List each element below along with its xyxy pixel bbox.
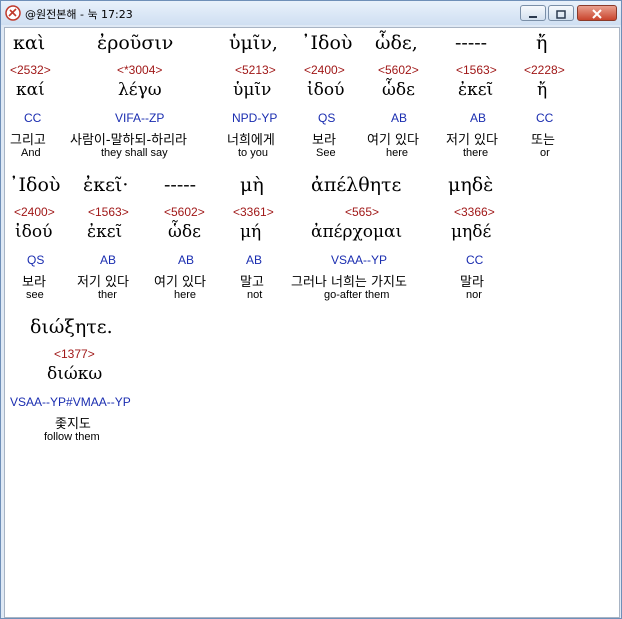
greek-word: ----- bbox=[164, 174, 197, 196]
minimize-button[interactable] bbox=[520, 5, 546, 21]
morphology-code[interactable]: CC bbox=[466, 253, 483, 267]
morphology-code[interactable]: AB bbox=[391, 111, 407, 125]
morphology-code[interactable]: VIFA--ZP bbox=[115, 111, 164, 125]
morphology-code[interactable]: AB bbox=[178, 253, 194, 267]
english-gloss: see bbox=[26, 289, 44, 301]
greek-word: μηδὲ bbox=[448, 174, 494, 196]
title-bar[interactable]: @원전본해 - 눅 17:23 bbox=[1, 1, 621, 25]
morphology-code[interactable]: AB bbox=[470, 111, 486, 125]
english-gloss: nor bbox=[466, 289, 482, 301]
lemma: ὑμῖν bbox=[233, 80, 272, 100]
strong-number[interactable]: <5602> bbox=[164, 205, 205, 219]
korean-gloss: 좇지도 bbox=[55, 417, 91, 432]
strong-number[interactable]: <565> bbox=[345, 205, 379, 219]
greek-word: μὴ bbox=[240, 174, 264, 196]
morphology-code[interactable]: QS bbox=[27, 253, 44, 267]
korean-gloss: 그리고 bbox=[10, 133, 46, 148]
window-title: @원전본해 - 눅 17:23 bbox=[25, 8, 133, 21]
greek-word: ὧδε, bbox=[375, 32, 418, 54]
english-gloss: See bbox=[316, 147, 336, 159]
greek-word: καὶ bbox=[13, 32, 46, 54]
lemma: ἰδού bbox=[307, 80, 345, 100]
morphology-code[interactable]: NPD-YP bbox=[232, 111, 277, 125]
greek-word: ἀπέλθητε bbox=[311, 174, 402, 196]
interlinear-view[interactable]: καὶ <2532> καί CC 그리고 And ἐροῦσιν <*3004… bbox=[4, 27, 620, 618]
lemma: ἤ bbox=[537, 80, 548, 100]
english-gloss: or bbox=[540, 147, 550, 159]
korean-gloss: 그러나 너희는 가지도 bbox=[291, 275, 407, 290]
korean-gloss: 사람이-말하되-하리라 bbox=[70, 133, 188, 148]
english-gloss: not bbox=[247, 289, 263, 301]
lemma: διώκω bbox=[47, 364, 103, 384]
lemma: ἰδού bbox=[15, 222, 53, 242]
minimize-icon bbox=[528, 4, 538, 23]
strong-number[interactable]: <2400> bbox=[304, 63, 345, 77]
strong-number[interactable]: <1563> bbox=[88, 205, 129, 219]
morphology-code[interactable]: AB bbox=[100, 253, 116, 267]
english-gloss: here bbox=[174, 289, 197, 301]
strong-number[interactable]: <1377> bbox=[54, 347, 95, 361]
korean-gloss: 너희에게 bbox=[227, 133, 275, 148]
korean-gloss: 보라 bbox=[22, 275, 46, 290]
lemma: μή bbox=[240, 222, 262, 242]
english-gloss: here bbox=[386, 147, 409, 159]
lemma: ἐκεῖ bbox=[458, 80, 494, 100]
korean-gloss: 저기 있다 bbox=[77, 275, 129, 290]
greek-word: ὑμῖν, bbox=[229, 32, 278, 54]
english-gloss: ther bbox=[98, 289, 117, 301]
lemma: μηδέ bbox=[451, 222, 492, 242]
lemma: ἐκεῖ bbox=[87, 222, 123, 242]
korean-gloss: 또는 bbox=[531, 133, 555, 148]
close-icon bbox=[591, 4, 603, 23]
strong-number[interactable]: <2228> bbox=[524, 63, 565, 77]
strong-number[interactable]: <2400> bbox=[14, 205, 55, 219]
strong-number[interactable]: <3361> bbox=[233, 205, 274, 219]
strong-number[interactable]: <3366> bbox=[454, 205, 495, 219]
korean-gloss: 여기 있다 bbox=[367, 133, 419, 148]
english-gloss: go-after them bbox=[324, 289, 390, 301]
app-icon bbox=[5, 5, 21, 21]
greek-word: ----- bbox=[455, 32, 488, 54]
morphology-code[interactable]: CC bbox=[536, 111, 553, 125]
greek-word: ἐκεῖ· bbox=[83, 174, 129, 196]
greek-word: ᾿Ιδοὺ bbox=[9, 174, 61, 196]
english-gloss: follow them bbox=[44, 431, 100, 443]
close-button[interactable] bbox=[577, 5, 617, 21]
korean-gloss: 여기 있다 bbox=[154, 275, 206, 290]
morphology-code[interactable]: QS bbox=[318, 111, 335, 125]
morphology-code[interactable]: CC bbox=[24, 111, 41, 125]
greek-word: διώξητε. bbox=[30, 316, 113, 338]
lemma: ἀπέρχομαι bbox=[311, 222, 403, 242]
strong-number[interactable]: <1563> bbox=[456, 63, 497, 77]
strong-number[interactable]: <*3004> bbox=[117, 63, 162, 77]
greek-word: ἤ bbox=[536, 32, 548, 54]
morphology-code[interactable]: VSAA--YP#VMAA--YP bbox=[10, 395, 131, 409]
korean-gloss: 보라 bbox=[312, 133, 336, 148]
maximize-icon bbox=[556, 4, 566, 23]
english-gloss: there bbox=[463, 147, 489, 159]
greek-word: ἐροῦσιν bbox=[97, 32, 174, 54]
strong-number[interactable]: <2532> bbox=[10, 63, 51, 77]
lemma: ὧδε bbox=[382, 80, 415, 100]
strong-number[interactable]: <5213> bbox=[235, 63, 276, 77]
app-window: @원전본해 - 눅 17:23 καὶ <2532> καί CC 그리고 An… bbox=[0, 0, 622, 619]
morphology-code[interactable]: AB bbox=[246, 253, 262, 267]
morphology-code[interactable]: VSAA--YP bbox=[331, 253, 387, 267]
lemma: λέγω bbox=[118, 80, 162, 100]
english-gloss: And bbox=[21, 147, 41, 159]
maximize-button[interactable] bbox=[548, 5, 574, 21]
english-gloss: they shall say bbox=[101, 147, 168, 159]
greek-word: ᾿Ιδοὺ bbox=[301, 32, 353, 54]
english-gloss: to you bbox=[238, 147, 268, 159]
korean-gloss: 말고 bbox=[240, 275, 264, 290]
lemma: καί bbox=[16, 80, 45, 100]
strong-number[interactable]: <5602> bbox=[378, 63, 419, 77]
korean-gloss: 저기 있다 bbox=[446, 133, 498, 148]
korean-gloss: 말라 bbox=[460, 275, 484, 290]
lemma: ὧδε bbox=[168, 222, 201, 242]
